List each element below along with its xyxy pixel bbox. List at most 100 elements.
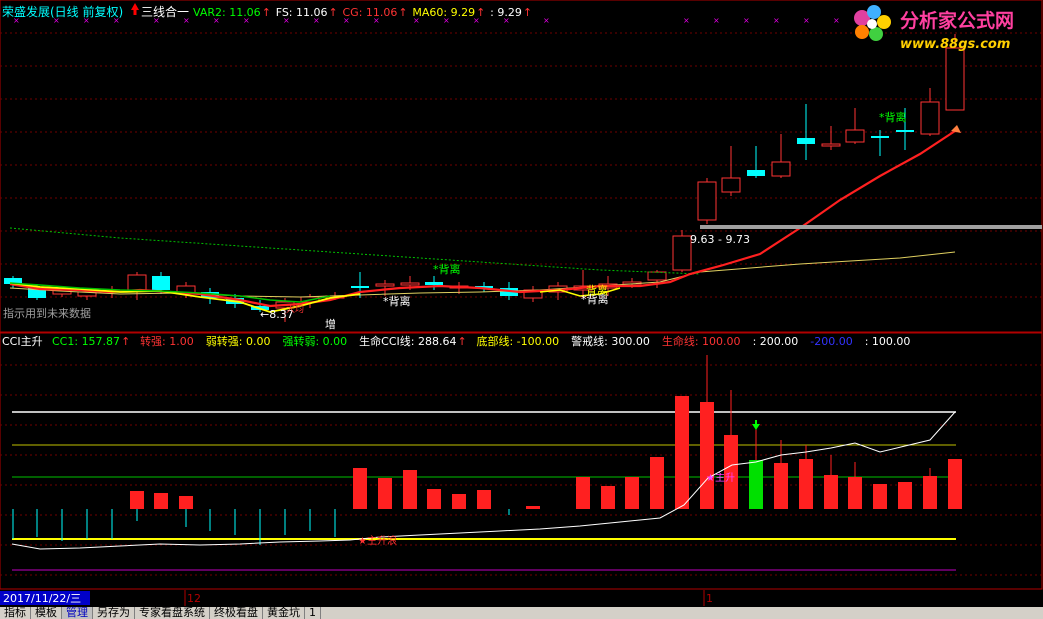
- candle-body[interactable]: [351, 286, 369, 288]
- cci-bar[interactable]: [848, 477, 862, 509]
- candle-body[interactable]: [400, 282, 420, 286]
- cci-bar[interactable]: [749, 460, 763, 509]
- cci-line: [11, 411, 956, 550]
- cci-bar[interactable]: [774, 463, 788, 509]
- month-tick-dec: 12: [187, 592, 201, 605]
- upper-panel[interactable]: × × × × × × × × × × × × × × × × × × × × × × ×9.63 - 9.73←8.37增…: [4, 16, 1042, 331]
- watermark-logo: 分析家公式网 www.88gs.com: [854, 5, 1014, 52]
- upper-indicator-2: CG: 11.06: [343, 6, 398, 19]
- tab-save-as[interactable]: 另存为: [93, 607, 135, 619]
- stock-title: 荣盛发展(日线 前复权): [2, 4, 123, 19]
- lower-indicator-5: 底部线: -100.00: [476, 334, 559, 348]
- cci-bar[interactable]: [179, 496, 193, 509]
- cci-bar[interactable]: [154, 493, 168, 509]
- tab-expert-system[interactable]: 专家看盘系统: [135, 607, 210, 619]
- up-arrow-icon: ↑: [457, 335, 466, 348]
- lower-indicator-title: CCI主升: [2, 335, 43, 348]
- candle-body[interactable]: [747, 170, 765, 176]
- up-arrow-stem-icon: [133, 10, 137, 15]
- signal-mark: ×: [543, 16, 550, 25]
- lower-indicator-6: 警戒线: 300.00: [571, 334, 650, 348]
- cci-bar[interactable]: [130, 491, 144, 509]
- tab-indicator[interactable]: 指标: [0, 607, 31, 619]
- cci-bar[interactable]: [824, 475, 838, 509]
- cci-bar[interactable]: [452, 494, 466, 509]
- watermark-title: 分析家公式网: [900, 9, 1014, 32]
- cci-bar[interactable]: [948, 459, 962, 509]
- main-rise-label: ★主升: [706, 472, 735, 484]
- candle-body[interactable]: [821, 143, 841, 147]
- cci-bar[interactable]: [923, 476, 937, 509]
- signal-mark: ×: [803, 16, 810, 25]
- cg-main-line: [9, 130, 956, 308]
- lower-indicator-7: 生命线: 100.00: [662, 334, 741, 348]
- up-arrow-icon: ↑: [329, 6, 338, 19]
- cci-bar[interactable]: [724, 435, 738, 509]
- candle-body[interactable]: [721, 177, 741, 193]
- lower-indicator-3: 强转弱: 0.00: [282, 334, 347, 348]
- divergence-label: 背离: [586, 283, 608, 297]
- signal-mark: ×: [833, 16, 840, 25]
- chart-canvas[interactable]: × × × × × × × × × × × × × × × × × × × × × × ×9.63 - 9.73←8.37增…: [0, 0, 1043, 607]
- cci-bar[interactable]: [576, 477, 590, 509]
- candle-body[interactable]: [797, 138, 815, 144]
- cci-bar[interactable]: [700, 402, 714, 509]
- cci-bar[interactable]: [625, 477, 639, 509]
- upper-indicator-0: VAR2: 11.06: [193, 6, 261, 19]
- lower-indicator-1: 转强: 1.00: [140, 334, 194, 348]
- tab-page-one[interactable]: 1: [305, 607, 321, 619]
- cci-bar[interactable]: [427, 489, 441, 509]
- upper-indicator-1: FS: 11.06: [276, 6, 328, 19]
- candle-body[interactable]: [152, 276, 170, 290]
- cci-bar[interactable]: [799, 459, 813, 509]
- divergence-label: *背离: [879, 110, 907, 124]
- cci-bar[interactable]: [675, 396, 689, 509]
- up-arrow-icon: ↑: [262, 6, 271, 19]
- candle-body[interactable]: [945, 47, 965, 111]
- candle-body[interactable]: [896, 130, 914, 132]
- candle-body[interactable]: [425, 282, 443, 285]
- cci-bar[interactable]: [403, 470, 417, 509]
- divergence-label: *背离: [383, 294, 411, 308]
- formula-name: 三线合一: [141, 4, 189, 19]
- cci-bar[interactable]: [378, 478, 392, 509]
- upper-indicator-4: : 9.29: [490, 6, 522, 19]
- candle-body[interactable]: [697, 181, 717, 221]
- up-arrow-icon: ↑: [398, 6, 407, 19]
- zeng-label: 增: [325, 317, 336, 331]
- tab-golden-pit[interactable]: 黄金坑: [263, 607, 305, 619]
- lower-indicator-4: 生命CCI线: 288.64: [359, 334, 456, 348]
- tab-template[interactable]: 模板: [31, 607, 62, 619]
- candle-body[interactable]: [647, 271, 667, 281]
- watermark-url: www.88gs.com: [900, 37, 1010, 52]
- tab-manage[interactable]: 管理: [62, 607, 93, 619]
- down-arrow-stem-icon: [755, 420, 757, 425]
- candle-body[interactable]: [672, 235, 692, 271]
- candle-body[interactable]: [920, 101, 940, 135]
- signal-mark: ×: [773, 16, 780, 25]
- cci-bar[interactable]: [650, 457, 664, 509]
- lower-panel[interactable]: ★主升 ★主升浪: [11, 355, 962, 571]
- cci-bar[interactable]: [601, 486, 615, 509]
- cci-bar[interactable]: [873, 484, 887, 509]
- lower-indicator-9: -200.00: [810, 335, 852, 348]
- tab-ultimate-view[interactable]: 终极看盘: [210, 607, 263, 619]
- stock-chart-window: × × × × × × × × × × × × × × × × × × × × × × × 9.63 - 9.73 ←8.37 增…: [0, 0, 1043, 619]
- candle-body[interactable]: [845, 129, 865, 143]
- candle-body[interactable]: [375, 283, 395, 287]
- bottom-tab-bar: 指标 模板 管理 另存为 专家看盘系统 终极看盘 黄金坑 1: [0, 607, 1043, 619]
- month-tick-jan: 1: [706, 592, 713, 605]
- candle-body[interactable]: [771, 161, 791, 177]
- candle-body[interactable]: [871, 136, 889, 138]
- ma-green-dashed: [9, 227, 701, 275]
- lower-indicator-0: CC1: 157.87: [52, 335, 120, 348]
- cci-bar[interactable]: [477, 490, 491, 509]
- cci-bar[interactable]: [898, 482, 912, 509]
- up-arrow-icon: [131, 3, 139, 10]
- lower-indicators: CC1: 157.87 ↑ 转强: 1.00 弱转强: 0.00 强转弱: 0.00 生命…: [52, 334, 910, 348]
- cci-bar[interactable]: [353, 468, 367, 509]
- date-badge-text: 2017/11/22/三: [3, 592, 81, 605]
- up-arrow-icon: ↑: [523, 6, 532, 19]
- cci-bar[interactable]: [526, 506, 540, 509]
- candle-body[interactable]: [127, 274, 147, 291]
